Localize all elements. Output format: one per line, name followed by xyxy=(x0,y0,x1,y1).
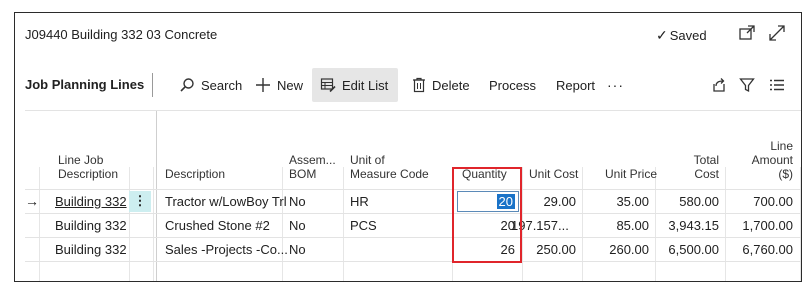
table-cell-total-cost[interactable]: 6,500.00 xyxy=(657,242,719,257)
table-cell-description[interactable]: Sales -Projects -Co... xyxy=(165,242,288,257)
column-header-unit-cost[interactable]: Unit Cost xyxy=(529,167,578,181)
list-view-icon xyxy=(769,77,785,93)
table-cell-bom[interactable]: No xyxy=(289,242,306,257)
table-cell-line-amount[interactable]: 700.00 xyxy=(727,194,793,209)
job-planning-lines-grid: Line Job Description Description Assem..… xyxy=(25,110,801,281)
edit-list-icon xyxy=(320,77,336,93)
quantity-highlight-box xyxy=(452,167,522,263)
column-header-unit-of-measure[interactable]: Unit of Measure Code xyxy=(350,153,429,181)
table-cell-bom[interactable]: No xyxy=(289,194,306,209)
process-menu[interactable]: Process xyxy=(481,68,544,102)
column-header-total-cost[interactable]: Total Cost xyxy=(665,153,719,181)
report-label: Report xyxy=(556,77,596,93)
table-cell-total-cost[interactable]: 580.00 xyxy=(657,194,719,209)
table-cell-job[interactable]: Building 332 xyxy=(55,194,127,209)
table-cell-unit-price[interactable]: 260.00 xyxy=(585,242,649,257)
filter-icon xyxy=(739,77,755,93)
new-button[interactable]: New xyxy=(247,68,311,102)
table-cell-unit-cost[interactable]: 250.00 xyxy=(522,242,576,257)
table-cell-description[interactable]: Crushed Stone #2 xyxy=(165,218,270,233)
filter-button[interactable] xyxy=(731,68,763,102)
action-toolbar: Job Planning Lines Search New Edit List … xyxy=(15,65,801,105)
table-cell-unit-price[interactable]: 85.00 xyxy=(585,218,649,233)
new-label: New xyxy=(277,77,304,93)
saved-label: Saved xyxy=(669,28,707,43)
column-header-line-amount[interactable]: Line Amount ($) xyxy=(735,139,793,181)
table-cell-job[interactable]: Building 332 xyxy=(55,218,127,233)
table-cell-unit-cost[interactable]: 29.00 xyxy=(522,194,576,209)
plus-icon xyxy=(255,77,271,93)
column-header-description[interactable]: Description xyxy=(165,167,225,181)
table-cell-bom[interactable]: No xyxy=(289,218,306,233)
edit-list-label: Edit List xyxy=(342,77,389,93)
table-cell-line-amount[interactable]: 1,700.00 xyxy=(727,218,793,233)
table-cell-line-amount[interactable]: 6,760.00 xyxy=(727,242,793,257)
expand-icon[interactable] xyxy=(767,23,787,43)
column-header-unit-price[interactable]: Unit Price xyxy=(605,167,657,181)
table-cell-uom[interactable]: HR xyxy=(350,194,369,209)
open-new-window-icon[interactable] xyxy=(737,23,757,43)
delete-label: Delete xyxy=(432,77,470,93)
page-title: J09440 Building 332 03 Concrete xyxy=(25,27,218,42)
more-options-icon: ··· xyxy=(607,77,624,93)
table-cell-unit-price[interactable]: 35.00 xyxy=(585,194,649,209)
table-cell-total-cost[interactable]: 3,943.15 xyxy=(657,218,719,233)
report-menu[interactable]: Report xyxy=(548,68,603,102)
check-icon: ✓ xyxy=(656,27,668,43)
column-header-assembly-bom[interactable]: Assem... BOM xyxy=(289,153,336,181)
delete-button[interactable]: Delete xyxy=(404,68,478,102)
share-icon xyxy=(711,77,727,93)
table-cell-job[interactable]: Building 332 xyxy=(55,242,127,257)
column-header-line-job-description[interactable]: Line Job Description xyxy=(58,153,118,181)
trash-icon xyxy=(412,77,426,93)
edit-list-button[interactable]: Edit List xyxy=(312,68,398,102)
search-button[interactable]: Search xyxy=(171,68,250,102)
current-row-indicator: → xyxy=(25,193,39,209)
toolbar-divider xyxy=(152,73,153,97)
search-icon xyxy=(179,77,195,93)
search-label: Search xyxy=(201,77,243,93)
section-title: Job Planning Lines xyxy=(25,77,145,92)
process-label: Process xyxy=(489,77,536,93)
row-actions-menu[interactable]: ⋮ xyxy=(129,191,151,212)
table-cell-description[interactable]: Tractor w/LowBoy Trl xyxy=(165,194,287,209)
table-cell-uom[interactable]: PCS xyxy=(350,218,377,233)
more-options-button[interactable]: ··· xyxy=(599,68,632,102)
list-view-button[interactable] xyxy=(761,68,793,102)
saved-status: ✓ Saved xyxy=(656,27,707,44)
page-frame: J09440 Building 332 03 Concrete ✓ Saved J… xyxy=(14,12,802,282)
